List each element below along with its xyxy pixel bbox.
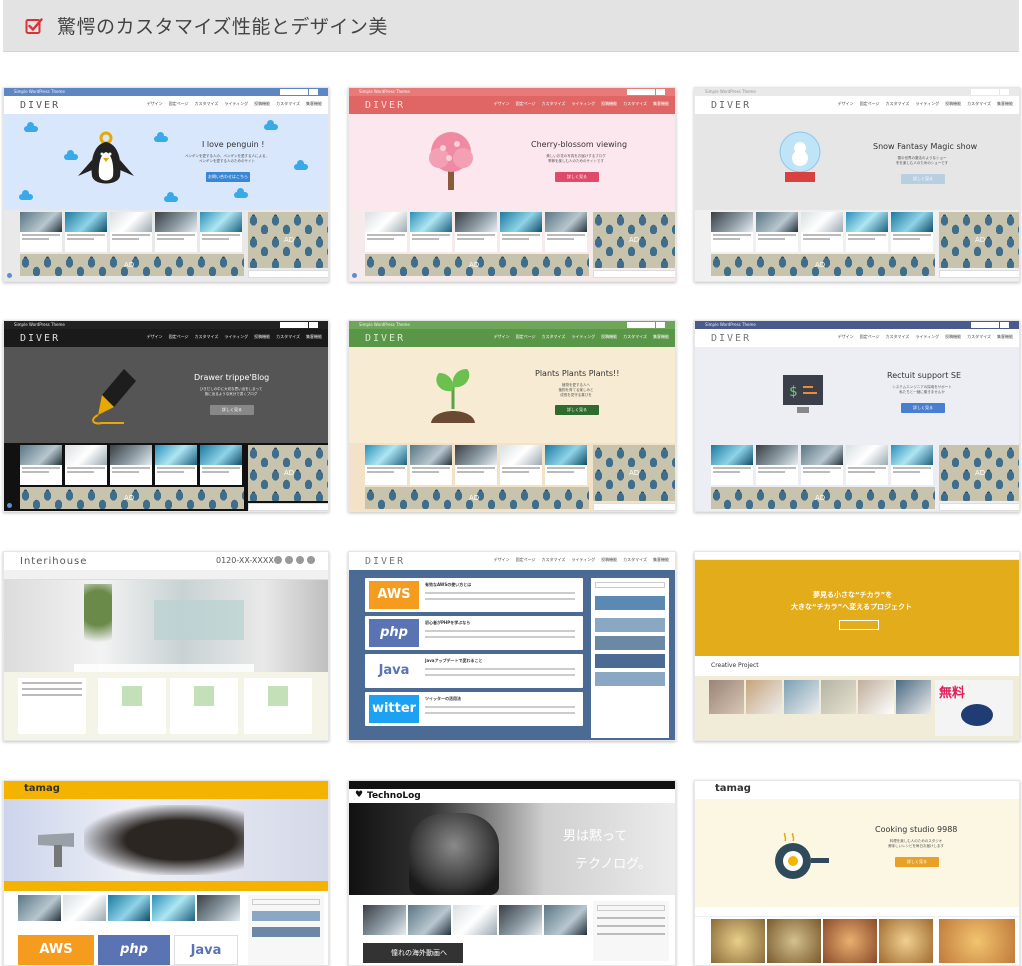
theme-thumbnail-creative[interactable]: 夢見る小さな“チカラ”を 大きな“チカラ”へ変えるプロジェクト Creative…	[694, 551, 1020, 741]
theme-thumbnail-drawer[interactable]: Simple WordPress Theme DIVER デザイン 固定ページ カス…	[3, 320, 329, 512]
theme-thumbnail-interior[interactable]: Interihouse 0120-XX-XXXX	[3, 551, 329, 741]
snow-globe-icon	[779, 131, 821, 182]
hero-button[interactable]: お問い合わせはこちら	[206, 172, 250, 182]
theme-thumbnail-blogposts[interactable]: DIVER デザイン 固定ページ カスタマイズ ライティング 投稿機能 カスタマイズ 集客機…	[348, 551, 676, 741]
sprout-icon	[431, 369, 475, 423]
theme-thumbnail-tamag[interactable]: tamag AWS php Java	[3, 780, 329, 966]
heart-icon: ♥	[355, 790, 364, 800]
theme-thumbnail-penguin[interactable]: Simple WordPress Theme DIVER デザイン 固定ページ カス…	[3, 87, 329, 282]
theme-thumbnail-cooking[interactable]: tamag Cooking studio 9988 料理を楽しむ人のためのスタジ…	[694, 780, 1020, 966]
theme-thumbnail-cherry[interactable]: Simple WordPress Theme DIVER デザイン 固定ページ カス…	[348, 87, 676, 282]
theme-thumbnail-technolog[interactable]: TechnoLog ♥ 男は黙って テクノログ。 憧れの海外動画へ	[348, 780, 676, 966]
frying-pan-icon	[775, 833, 829, 879]
svg-text:$: $	[789, 384, 797, 400]
terminal-icon: $	[783, 375, 823, 413]
theme-thumbnail-plants[interactable]: Simple WordPress Theme DIVER デザイン 固定ページ カス…	[348, 320, 676, 512]
hair-dryer-icon	[38, 833, 74, 867]
logo: TechnoLog	[367, 791, 421, 801]
cherry-tree-icon	[429, 132, 473, 190]
pen-nib-icon	[92, 369, 136, 425]
theme-thumbnail-recruit[interactable]: Simple WordPress Theme DIVER デザイン 固定ページ カス…	[694, 320, 1020, 512]
logo: tamag	[715, 783, 751, 794]
theme-gallery: Simple WordPress Theme DIVER デザイン 固定ページ カス…	[0, 0, 1022, 966]
logo: DIVER	[20, 100, 61, 111]
logo: Interihouse	[20, 556, 88, 567]
logo: tamag	[24, 783, 60, 794]
penguin-icon	[78, 131, 134, 184]
theme-thumbnail-snow[interactable]: Simple WordPress Theme DIVER デザイン 固定ページ カス…	[694, 87, 1020, 282]
